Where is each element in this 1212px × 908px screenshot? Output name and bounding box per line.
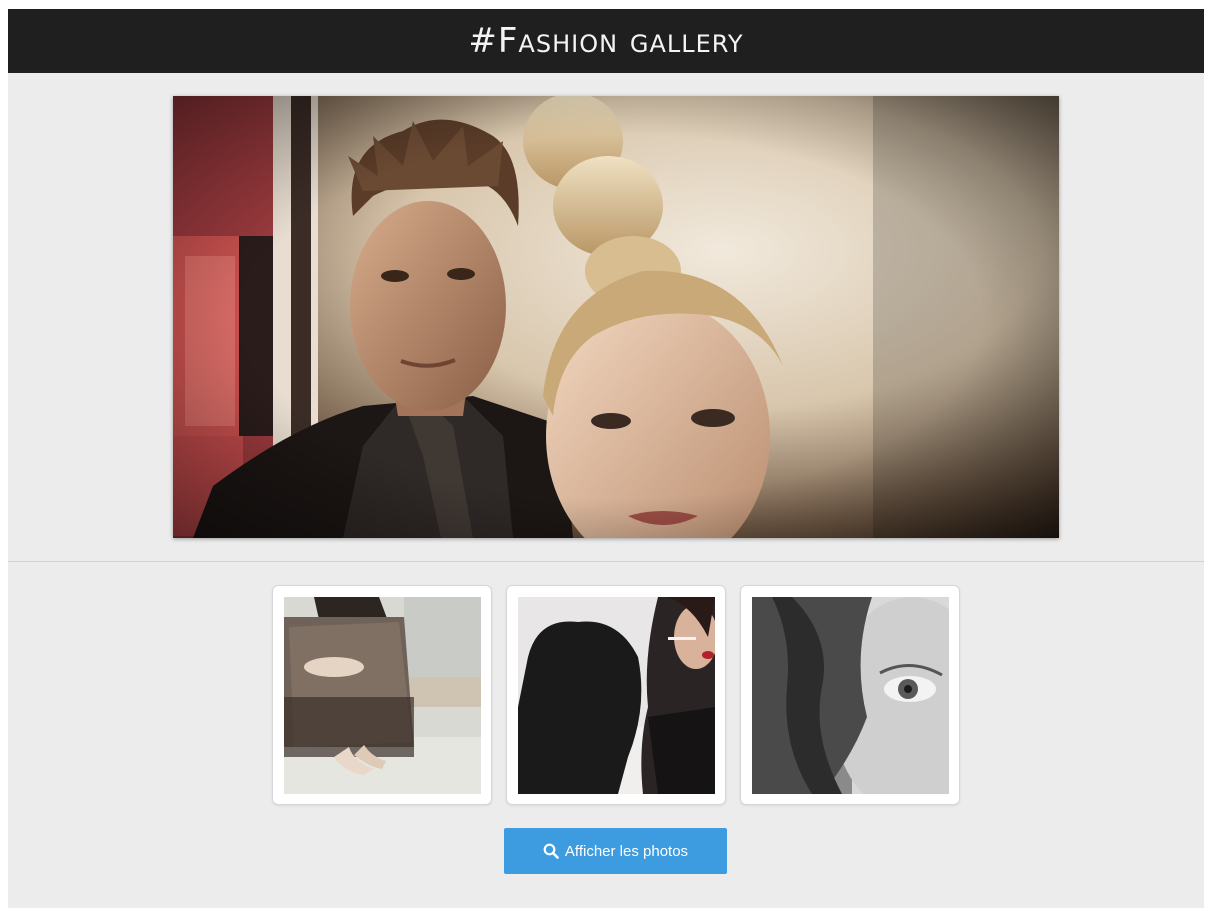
show-photos-label: Afficher les photos [564, 842, 689, 860]
search-icon [543, 843, 559, 859]
hero-image [173, 96, 1059, 538]
page: #Fashion gallery Afficher les photos [8, 9, 1204, 908]
thumbnail-photo-1 [284, 597, 481, 794]
show-photos-button[interactable]: Afficher les photos [504, 828, 727, 874]
thumbnail-strip [272, 585, 960, 807]
thumbnail-3[interactable] [740, 585, 960, 805]
thumbnail-1[interactable] [272, 585, 492, 805]
site-title: #Fashion gallery [468, 21, 744, 61]
hero-photo [173, 96, 1059, 538]
section-divider [8, 561, 1204, 562]
site-header: #Fashion gallery [8, 9, 1204, 73]
thumbnail-2[interactable] [506, 585, 726, 805]
thumbnail-photo-2 [518, 597, 715, 794]
thumbnail-photo-3 [752, 597, 949, 794]
